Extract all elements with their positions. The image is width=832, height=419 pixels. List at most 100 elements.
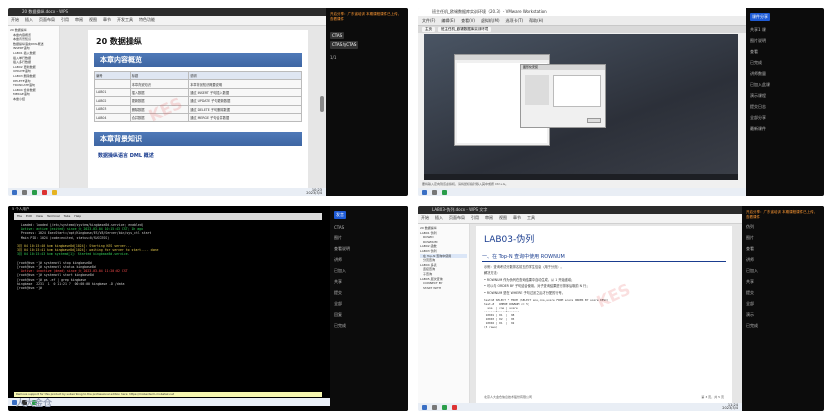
- menu-item[interactable]: 查看(V): [461, 18, 475, 23]
- menu-item[interactable]: 虚拟机(M): [481, 18, 500, 23]
- tag-1[interactable]: CTAS: [330, 32, 345, 39]
- side-panel-item[interactable]: 已完成: [746, 323, 820, 329]
- wps-icon[interactable]: [452, 404, 457, 410]
- side-panel-item[interactable]: 全部: [746, 301, 820, 307]
- next-button[interactable]: [587, 118, 601, 123]
- ribbon-tab[interactable]: 页面布局: [449, 215, 465, 222]
- ribbon-tab[interactable]: 视图: [89, 17, 97, 24]
- search-icon[interactable]: [22, 189, 27, 195]
- terminal-output[interactable]: Loaded: loaded (/etc/systemd/system/king…: [14, 220, 322, 391]
- nav-item[interactable]: START WITH: [420, 286, 467, 291]
- browser-icon[interactable]: [442, 404, 447, 410]
- ribbon-tab[interactable]: 开始: [421, 215, 429, 222]
- start-icon[interactable]: [422, 189, 427, 195]
- panel-wps-chapter20: 20 数据操纵.docx - WPS 开始 插入 页面布局 引用 审阅 视图 章节 开发工具特…: [8, 8, 408, 196]
- menu-item[interactable]: 编辑(E): [441, 18, 455, 23]
- ribbon-tab[interactable]: 特色功能: [139, 17, 155, 24]
- table-header: 编号: [94, 70, 131, 81]
- menu-item[interactable]: Terminal: [47, 214, 60, 219]
- search-icon[interactable]: [432, 404, 437, 410]
- meeting-side-panel: 开启分享：广东省培训 本期课程课件已上传，查看课件 伪列 图片 查看 讲师 已加入 共享提…: [742, 206, 824, 411]
- side-panel-item[interactable]: 演示: [746, 312, 820, 318]
- side-panel-item[interactable]: 提交日志: [750, 104, 820, 110]
- vm-tab[interactable]: 班主任机_欧锡数据库实训环境: [438, 27, 492, 32]
- menu-item[interactable]: 选项卡(T): [506, 18, 524, 23]
- sub-heading: 数据操纵语言 DML 概述: [98, 153, 154, 160]
- ribbon-tab[interactable]: 引用: [471, 215, 479, 222]
- browser-icon[interactable]: [442, 189, 447, 195]
- menu-item[interactable]: 文件(F): [422, 18, 435, 23]
- navigation-pane[interactable]: 20 数据操纵 本章内容概览 本章背景知识 数据操纵语言DML概述 INSERT语句 LA…: [8, 26, 60, 188]
- side-panel-item[interactable]: 共享: [746, 279, 820, 285]
- screenshot-grid: 20 数据操纵.docx - WPS 开始 插入 页面布局 引用 审阅 视图 章节 开发工具特…: [0, 0, 832, 419]
- ribbon-tab[interactable]: 插入: [435, 215, 443, 222]
- menu-item[interactable]: View: [36, 214, 43, 219]
- side-panel-item[interactable]: 回复: [334, 312, 404, 318]
- side-panel-item[interactable]: 讲师: [334, 257, 404, 263]
- navigation-pane[interactable]: 20 数据操纵 LAB01 伪列 ROWID ROWNUM LAB02 函数 LAB03 …: [418, 224, 470, 403]
- vm-tab[interactable]: 主页: [422, 27, 435, 32]
- folder-icon[interactable]: [52, 189, 57, 195]
- side-panel-item[interactable]: 已完成: [334, 323, 404, 329]
- side-panel-item[interactable]: 图片: [334, 235, 404, 241]
- ribbon-tab[interactable]: 开发工具: [117, 17, 133, 24]
- side-panel-item[interactable]: 提交: [746, 290, 820, 296]
- vmware-icon[interactable]: [432, 189, 437, 195]
- ribbon-tab[interactable]: 审阅: [485, 215, 493, 222]
- menu-item[interactable]: Tabs: [64, 214, 71, 219]
- guest-desktop[interactable]: 图形化安装: [424, 34, 738, 180]
- page-info: 第 3 页，共 5 页: [701, 395, 724, 399]
- side-panel-item[interactable]: 演示课程: [750, 93, 820, 99]
- menu-item[interactable]: File: [17, 214, 22, 219]
- menu-item[interactable]: 帮助(H): [529, 18, 543, 23]
- side-panel-item[interactable]: 讲师数量: [750, 71, 820, 77]
- ribbon-tab[interactable]: 页面布局: [39, 17, 55, 24]
- ribbon-tab[interactable]: 工具: [527, 215, 535, 222]
- corner-logo: 人大金仓: [16, 399, 53, 409]
- start-icon[interactable]: [422, 404, 427, 410]
- wps-icon[interactable]: [42, 189, 47, 195]
- menu-item[interactable]: Help: [74, 214, 81, 219]
- ribbon-tab[interactable]: 章节: [103, 17, 111, 24]
- side-panel-item[interactable]: 最新课件: [750, 126, 820, 132]
- side-panel-item[interactable]: 图片说明: [750, 38, 820, 44]
- ribbon-tab[interactable]: 引用: [61, 17, 69, 24]
- ribbon-tab[interactable]: 审阅: [75, 17, 83, 24]
- side-panel-item[interactable]: 查看说明: [334, 246, 404, 252]
- ribbon-tab[interactable]: 章节: [513, 215, 521, 222]
- speak-tag[interactable]: 发言: [334, 211, 346, 219]
- side-panel-item[interactable]: 已加入: [334, 268, 404, 274]
- document-area[interactable]: 20 数据操纵 本章内容概览 编号 标题 说明 本章背景知识 本章背景知识概要说明 LA…: [60, 26, 326, 188]
- table-cell: LAB04: [94, 112, 131, 123]
- side-panel-item[interactable]: 全部分享: [750, 115, 820, 121]
- side-panel-item[interactable]: 已完成: [750, 60, 820, 66]
- side-panel-item[interactable]: CTAS: [334, 225, 404, 230]
- installer-dialog[interactable]: 图形化安装: [520, 64, 606, 128]
- side-panel-item[interactable]: 讲师: [746, 257, 820, 263]
- taskbar: 10:23 2023/3/4: [8, 188, 326, 196]
- side-panel-item[interactable]: 共享1 课: [750, 27, 820, 33]
- browser-icon[interactable]: [32, 189, 37, 195]
- ribbon-tab[interactable]: 视图: [499, 215, 507, 222]
- taskbar: [8, 398, 330, 406]
- side-panel-item[interactable]: 伪列: [746, 224, 820, 230]
- tag-2[interactable]: CTAS与CTAS: [330, 41, 359, 49]
- side-panel-item[interactable]: 共享: [334, 279, 404, 285]
- paragraph: • ROWNUM 作为伪列在查询结果中自动生成，从 1 开始递增；: [484, 277, 575, 282]
- ribbon-tab[interactable]: 插入: [25, 17, 33, 24]
- side-panel-item[interactable]: 已加入: [746, 268, 820, 274]
- side-panel-item[interactable]: 全部: [334, 301, 404, 307]
- side-panel-item[interactable]: 已加入此课: [750, 82, 820, 88]
- side-panel-item[interactable]: 图片: [746, 235, 820, 241]
- start-icon[interactable]: [12, 189, 17, 195]
- side-panel-item[interactable]: 提交: [334, 290, 404, 296]
- nav-item[interactable]: 本章小结: [10, 97, 57, 102]
- panel-terminal: 5 个人用户 File Edit View Terminal Tabs Help Load…: [8, 206, 408, 411]
- side-panel-item[interactable]: 查看: [746, 246, 820, 252]
- menu-item[interactable]: Edit: [26, 214, 32, 219]
- ribbon-tab[interactable]: 开始: [11, 17, 19, 24]
- document-area[interactable]: LAB03-伪列 一、在 Top-N 查询中使用 ROWNUM 示例：查询考试分…: [470, 224, 742, 403]
- vertical-scrollbar[interactable]: [320, 96, 324, 112]
- side-panel-item[interactable]: 查看: [750, 49, 820, 55]
- share-tag[interactable]: 课件分享: [750, 13, 770, 21]
